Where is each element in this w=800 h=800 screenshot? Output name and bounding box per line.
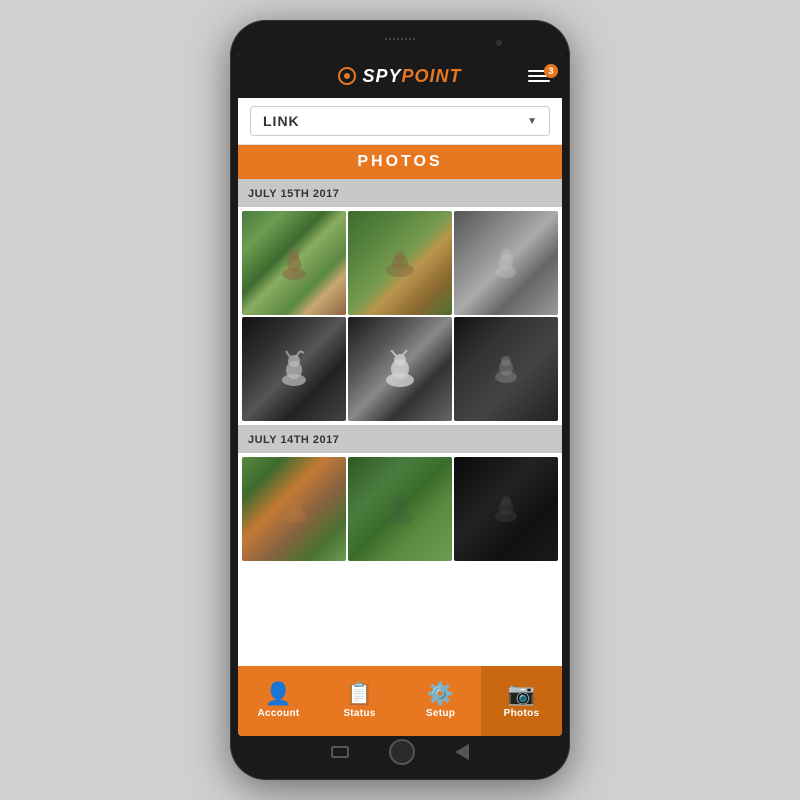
photo-cell[interactable] — [454, 457, 558, 561]
photo-image — [454, 317, 558, 421]
logo-text: SPYPOINT — [362, 66, 461, 87]
phone-shell: SPYPOINT 3 LINK ▼ PHOTOS JUL — [230, 20, 570, 780]
photo-grid-july14 — [238, 453, 562, 565]
date-section-july14: JULY 14TH 2017 — [238, 425, 562, 453]
front-camera — [496, 40, 502, 46]
photo-image — [454, 211, 558, 315]
nav-item-status[interactable]: 📋 Status — [319, 666, 400, 736]
back-button[interactable] — [455, 744, 469, 760]
photos-header: PHOTOS — [238, 145, 562, 179]
speaker — [385, 38, 415, 40]
photo-image — [242, 457, 346, 561]
date-label-july14: JULY 14TH 2017 — [248, 434, 339, 446]
photo-image — [242, 211, 346, 315]
recent-apps-button[interactable] — [331, 746, 349, 758]
photo-cell[interactable] — [348, 317, 452, 421]
logo-target-icon — [338, 67, 356, 85]
nav-label-setup: Setup — [426, 708, 455, 719]
photo-image — [348, 317, 452, 421]
photo-gallery[interactable]: JULY 15TH 2017 — [238, 179, 562, 666]
photo-image — [348, 457, 452, 561]
photo-grid-july15 — [238, 207, 562, 425]
spypoint-logo: SPYPOINT — [338, 66, 461, 87]
photo-cell[interactable] — [454, 211, 558, 315]
photo-cell[interactable] — [454, 317, 558, 421]
photo-cell[interactable] — [242, 317, 346, 421]
dropdown-arrow-icon: ▼ — [527, 116, 537, 127]
nav-item-account[interactable]: 👤 Account — [238, 666, 319, 736]
bottom-nav: 👤 Account 📋 Status ⚙️ Setup 📷 Photos — [238, 666, 562, 736]
nav-label-status: Status — [343, 708, 375, 719]
photos-icon: 📷 — [508, 683, 535, 705]
camera-name: LINK — [263, 113, 300, 129]
home-button[interactable] — [389, 739, 415, 765]
camera-dropdown[interactable]: LINK ▼ — [250, 106, 550, 136]
camera-selector: LINK ▼ — [238, 98, 562, 145]
photo-image — [242, 317, 346, 421]
photo-cell[interactable] — [348, 211, 452, 315]
photo-cell[interactable] — [242, 457, 346, 561]
photo-image — [348, 211, 452, 315]
photo-cell[interactable] — [242, 211, 346, 315]
logo-spy: SPY — [362, 66, 401, 86]
setup-icon: ⚙️ — [427, 683, 454, 705]
photo-cell[interactable] — [348, 457, 452, 561]
menu-bar-3 — [528, 80, 550, 82]
notification-badge: 3 — [544, 64, 558, 78]
date-section-july15: JULY 15TH 2017 — [238, 179, 562, 207]
app-header: SPYPOINT 3 — [238, 54, 562, 98]
menu-button[interactable]: 3 — [528, 70, 550, 82]
nav-label-photos: Photos — [504, 708, 540, 719]
photos-title: PHOTOS — [357, 153, 442, 170]
phone-screen: SPYPOINT 3 LINK ▼ PHOTOS JUL — [238, 54, 562, 736]
date-label-july15: JULY 15TH 2017 — [248, 188, 339, 200]
status-icon: 📋 — [346, 683, 373, 705]
nav-item-setup[interactable]: ⚙️ Setup — [400, 666, 481, 736]
nav-item-photos[interactable]: 📷 Photos — [481, 666, 562, 736]
photo-image — [454, 457, 558, 561]
phone-top-bar — [238, 32, 562, 54]
account-icon: 👤 — [265, 683, 292, 705]
phone-bottom — [238, 736, 562, 768]
logo-point: POINT — [402, 66, 462, 86]
nav-label-account: Account — [257, 708, 299, 719]
